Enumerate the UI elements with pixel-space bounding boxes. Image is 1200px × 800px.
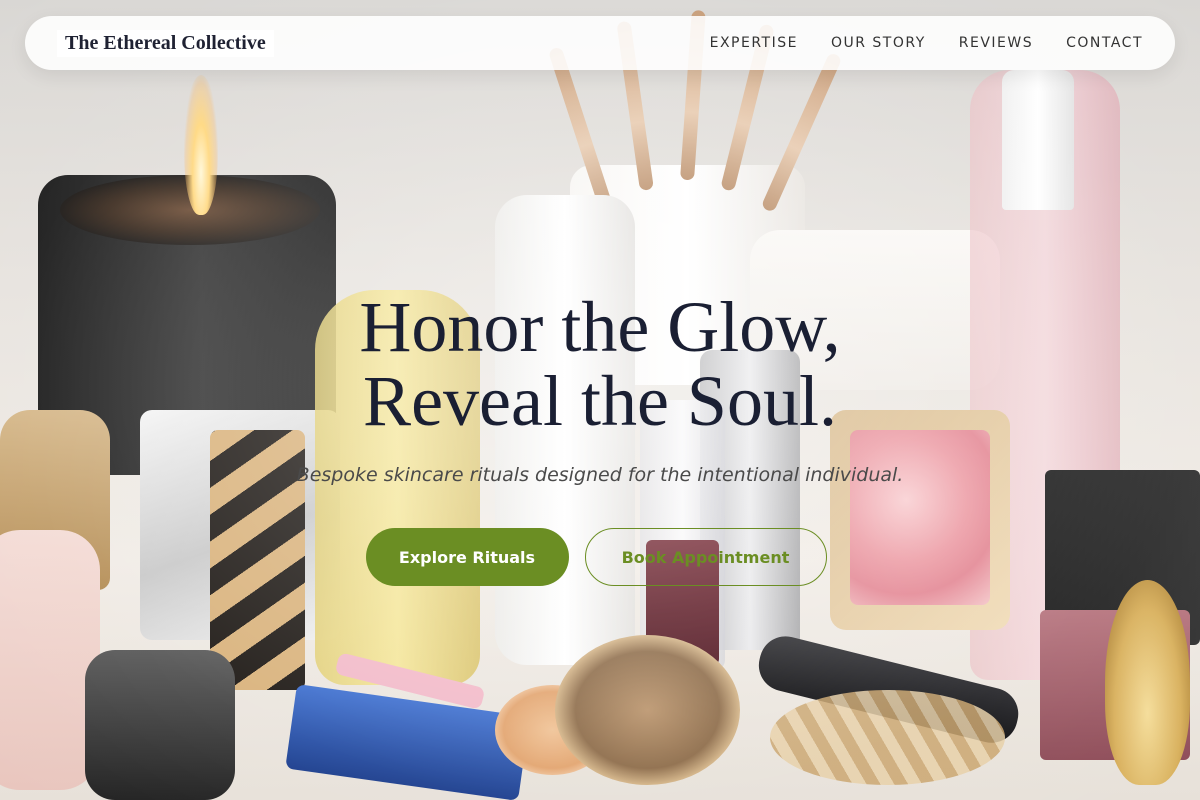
nav-link-contact[interactable]: CONTACT (1066, 35, 1143, 51)
nav-link-reviews[interactable]: REVIEWS (959, 35, 1033, 51)
cta-row: Explore Rituals Book Appointment (0, 528, 1200, 586)
nav-link-our-story[interactable]: OUR STORY (831, 35, 926, 51)
headline-line-2: Reveal the Soul. (363, 361, 837, 441)
explore-rituals-button[interactable]: Explore Rituals (365, 528, 569, 586)
book-appointment-button[interactable]: Book Appointment (584, 528, 827, 586)
top-navigation: The Ethereal Collective EXPERTISE OUR ST… (25, 16, 1175, 70)
hero-section: The Ethereal Collective EXPERTISE OUR ST… (0, 0, 1200, 800)
nav-link-expertise[interactable]: EXPERTISE (710, 35, 798, 51)
hero-subheadline: Bespoke skincare rituals designed for th… (296, 464, 904, 486)
brand-logo[interactable]: The Ethereal Collective (57, 29, 274, 57)
nav-links: EXPERTISE OUR STORY REVIEWS CONTACT (710, 35, 1143, 51)
hero-content: Honor the Glow, Reveal the Soul. Bespoke… (0, 290, 1200, 586)
hero-headline: Honor the Glow, Reveal the Soul. (0, 290, 1200, 438)
headline-line-1: Honor the Glow, (359, 287, 841, 367)
